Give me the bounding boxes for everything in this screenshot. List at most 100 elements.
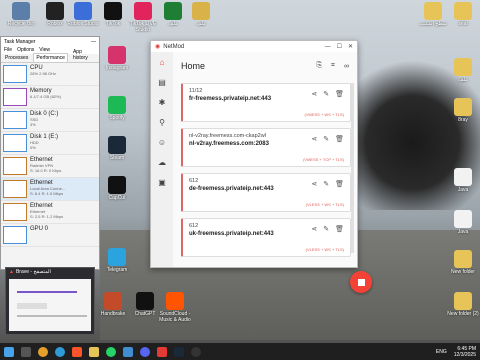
config-card[interactable]: 612 uk-freemess.privateip.net:443 (VLESS +… bbox=[181, 218, 351, 257]
tab-app-history[interactable]: App history bbox=[71, 48, 97, 62]
brave-window-thumbnail[interactable]: ▲ Brave - المتصفح bbox=[5, 267, 95, 335]
config-card[interactable]: nl-v2ray.freemess.com-ckap2wl nl-v2ray.fr… bbox=[181, 128, 351, 167]
clock[interactable]: 6:45 PM 12/3/2025 bbox=[454, 346, 476, 358]
desktop-icon[interactable]: سطح المكتب bbox=[416, 2, 450, 33]
edit-icon[interactable]: ✎ bbox=[323, 90, 329, 98]
delete-icon[interactable]: 🗑 bbox=[335, 180, 344, 188]
menu-file[interactable]: File bbox=[4, 47, 12, 53]
task-manager-titlebar[interactable]: Task Manager — bbox=[1, 37, 99, 46]
file-explorer-icon[interactable] bbox=[89, 346, 99, 357]
import-icon[interactable]: ⎘ bbox=[316, 62, 322, 70]
performance-item[interactable]: Ethernet Radmin VPN S: 16.0 R: 0 Kbps bbox=[1, 155, 99, 178]
performance-item[interactable]: Memory 6.1/7.4 GB (82%) bbox=[1, 86, 99, 109]
performance-item[interactable]: Disk 1 (E:) HDD 0% bbox=[1, 132, 99, 155]
share-icon[interactable]: ⋖ bbox=[311, 225, 317, 233]
brave-taskbar-icon[interactable] bbox=[72, 346, 82, 357]
qr-scan-icon[interactable]: ⌗ bbox=[331, 62, 335, 70]
desktop-icon[interactable]: Java bbox=[446, 210, 480, 241]
desktop-icon[interactable]: Steam bbox=[100, 136, 134, 167]
obs-icon[interactable] bbox=[191, 346, 201, 357]
close-icon[interactable]: ✕ bbox=[348, 43, 353, 50]
performance-item-detail: 28% 2.98 GHz bbox=[30, 71, 57, 76]
desktop-icon-label: Telegram bbox=[106, 267, 128, 273]
desktop-icon[interactable]: Roblox Studio bbox=[66, 2, 100, 33]
desktop-icon[interactable]: 8ray bbox=[446, 98, 480, 129]
link-icon[interactable]: ∞ bbox=[344, 63, 349, 70]
document-icon[interactable]: ▤ bbox=[151, 72, 173, 92]
edit-icon[interactable]: ✎ bbox=[323, 225, 329, 233]
minimize-icon[interactable]: — bbox=[325, 44, 331, 50]
desktop-icon[interactable]: SoundCloud - Music & Audio bbox=[158, 292, 192, 323]
netmod-titlebar[interactable]: ◉ NetMod — ☐ ✕ bbox=[151, 41, 357, 52]
discord-icon[interactable] bbox=[140, 346, 150, 357]
performance-item[interactable]: Ethernet Local Area Conne... S: 8.4 R: 1.… bbox=[1, 178, 99, 201]
desktop-icon[interactable]: Telegram bbox=[100, 248, 134, 279]
performance-item[interactable]: Ethernet Ethernet S: 2.5 R: 1.2 Mbps bbox=[1, 201, 99, 224]
steam-taskbar-icon[interactable] bbox=[174, 346, 184, 357]
desktop-icon-label: TikTok bbox=[105, 21, 121, 27]
stop-icon bbox=[357, 278, 365, 286]
desktop-icon-label: CapCut bbox=[108, 195, 126, 201]
delete-icon[interactable]: 🗑 bbox=[335, 225, 344, 233]
desktop-icon[interactable]: New folder bbox=[446, 250, 480, 281]
scrollbar[interactable] bbox=[351, 83, 354, 253]
delete-icon[interactable]: 🗑 bbox=[335, 90, 344, 98]
puzzle-icon[interactable]: ✱ bbox=[151, 92, 173, 112]
desktop-icon[interactable]: New folder (2) bbox=[446, 292, 480, 323]
tab-performance[interactable]: Performance bbox=[33, 53, 68, 62]
desktop-icon[interactable]: seal bbox=[446, 2, 480, 33]
performance-item[interactable]: Disk 0 (C:) SSD 3% bbox=[1, 109, 99, 132]
person-icon[interactable]: ☺ bbox=[151, 132, 173, 152]
cloud-icon[interactable]: ☁ bbox=[151, 152, 173, 172]
sparkline-graph bbox=[3, 226, 27, 244]
share-icon[interactable]: ⋖ bbox=[311, 135, 317, 143]
desktop-icon[interactable]: CapCut bbox=[100, 176, 134, 207]
app-icon bbox=[104, 2, 122, 20]
taskbar: ENG 6:45 PM 12/3/2025 bbox=[0, 343, 480, 360]
whatsapp-icon[interactable] bbox=[106, 346, 116, 357]
edit-icon[interactable]: ✎ bbox=[323, 180, 329, 188]
language-indicator[interactable]: ENG bbox=[436, 349, 447, 355]
desktop-icon[interactable]: Handbrake bbox=[96, 292, 130, 323]
tab-processes[interactable]: Processes bbox=[3, 54, 30, 62]
location-icon[interactable]: ⚲ bbox=[151, 112, 173, 132]
desktop-icon[interactable]: Java bbox=[446, 168, 480, 199]
desktop-icon[interactable]: TikTok bbox=[96, 2, 130, 33]
share-icon[interactable]: ⋖ bbox=[311, 90, 317, 98]
desktop-icon[interactable]: TikTok LIVE Studio bbox=[126, 2, 160, 33]
sparkline-graph bbox=[3, 134, 27, 152]
brave-content bbox=[9, 279, 91, 331]
config-card[interactable]: 11/12 fr-freemess.privateip.net:443 (VMESS… bbox=[181, 83, 351, 122]
minimize-icon[interactable]: — bbox=[91, 39, 96, 45]
performance-item[interactable]: CPU 28% 2.98 GHz bbox=[1, 63, 99, 86]
start-icon[interactable] bbox=[4, 346, 14, 357]
desktop-icon[interactable]: ملف bbox=[184, 2, 218, 33]
app-icon bbox=[192, 2, 210, 20]
desktop-icon[interactable]: ملف bbox=[446, 58, 480, 89]
sparkline-graph bbox=[3, 65, 27, 83]
desktop-icon[interactable]: Spotify bbox=[100, 96, 134, 127]
chrome-icon[interactable] bbox=[38, 346, 48, 357]
desktop-icon[interactable]: ChatGPT bbox=[128, 292, 162, 323]
share-icon[interactable]: ⋖ bbox=[311, 180, 317, 188]
app-icon bbox=[424, 2, 442, 20]
desktop-icon[interactable]: Instagram bbox=[100, 46, 134, 77]
netmod-window[interactable]: ◉ NetMod — ☐ ✕ ⌂ ▤ ✱ ⚲ ☺ ☁ ▣ Home ⎘ ⌗ ∞ … bbox=[150, 40, 372, 293]
edit-icon[interactable]: ✎ bbox=[323, 135, 329, 143]
task-manager-window[interactable]: Task Manager — File Options View Process… bbox=[0, 36, 100, 270]
menu-options[interactable]: Options bbox=[17, 47, 34, 53]
maximize-icon[interactable]: ☐ bbox=[337, 43, 342, 50]
home-icon[interactable]: ⌂ bbox=[151, 52, 173, 72]
terminal-icon[interactable]: ▣ bbox=[151, 172, 173, 192]
task-manager-taskbar-icon[interactable] bbox=[123, 346, 133, 357]
search-icon[interactable] bbox=[21, 346, 31, 357]
netmod-taskbar-icon[interactable] bbox=[157, 346, 167, 357]
performance-item-detail: Local Area Conne... S: 8.4 R: 1.0 Mbps bbox=[30, 186, 66, 196]
desktop-icon[interactable]: Recycle Bin bbox=[4, 2, 38, 33]
performance-item[interactable]: GPU 0 bbox=[1, 224, 99, 247]
stop-button[interactable] bbox=[350, 271, 372, 293]
desktop-icon-label: ChatGPT bbox=[134, 311, 156, 317]
config-card[interactable]: 612 de-freemess.privateip.net:443 (VLESS +… bbox=[181, 173, 351, 212]
delete-icon[interactable]: 🗑 bbox=[335, 135, 344, 143]
edge-icon[interactable] bbox=[55, 346, 65, 357]
